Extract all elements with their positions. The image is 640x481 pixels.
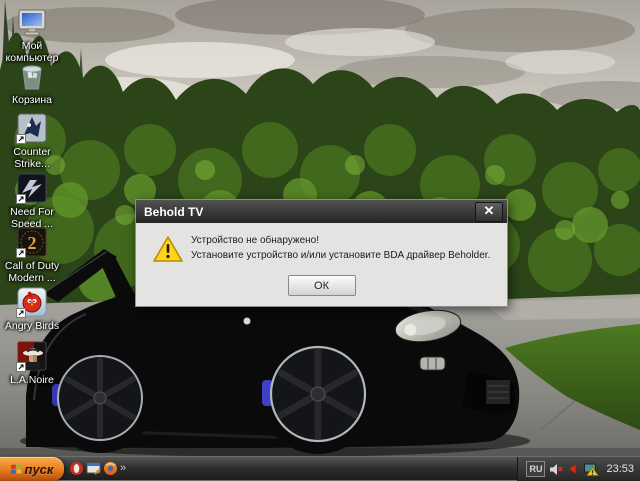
desktop-icon-label: Корзина [0,94,64,106]
desktop: Мой компьютер Корзина Counter Strik [0,0,640,480]
start-button-label: пуск [25,462,54,477]
desktop-icon-label: L.A.Noire [0,374,64,386]
start-button[interactable]: пуск [0,457,64,481]
language-indicator[interactable]: RU [526,461,545,477]
desktop-icon-need-for-speed[interactable]: Need For Speed ... [0,172,64,230]
angry-birds-icon [16,286,48,318]
volume-muted-icon[interactable] [549,463,563,476]
shortcut-arrow-icon [16,194,26,204]
windows-logo-icon [11,464,22,475]
shortcut-arrow-icon [16,134,26,144]
behold-tv-dialog: Behold TV ✕ Устройство не обнаружено! Ус… [135,199,508,307]
close-button[interactable]: ✕ [475,202,503,222]
dialog-title: Behold TV [144,205,475,219]
need-for-speed-icon [16,172,48,204]
front-wheel [258,334,378,454]
shortcut-arrow-icon [16,248,26,258]
tray-red-icon[interactable] [567,463,579,475]
desktop-icon-la-noire[interactable]: L.A.Noire [0,340,64,386]
dialog-message-line1: Устройство не обнаружено! [191,233,490,248]
quick-launch-overflow-chevron[interactable]: » [120,462,126,475]
desktop-icon-counter-strike[interactable]: Counter Strike... [0,112,64,170]
dialog-body: Устройство не обнаружено! Установите уст… [136,223,507,306]
svg-text:2: 2 [28,233,37,253]
opera-icon[interactable] [69,461,84,476]
desktop-icon-angry-birds[interactable]: Angry Birds [0,286,64,332]
counter-strike-icon [16,112,48,144]
warning-icon [153,235,183,263]
show-desktop-icon[interactable] [86,461,101,476]
desktop-icon-my-computer[interactable]: Мой компьютер [0,6,64,64]
la-noire-icon [16,340,48,372]
taskbar: пуск » RU [0,456,640,480]
desktop-icon-label: Counter Strike... [0,146,64,170]
call-of-duty-icon: 2 [16,226,48,258]
desktop-icon-recycle-bin[interactable]: Корзина [0,60,64,106]
shortcut-arrow-icon [16,362,26,372]
system-tray: RU 23:53 [517,457,640,481]
firefox-icon[interactable] [103,461,118,476]
display-warning-icon[interactable] [583,462,599,477]
shortcut-arrow-icon [16,308,26,318]
ok-button[interactable]: ОК [288,275,356,296]
desktop-icon-label: Call of Duty Modern ... [0,260,64,284]
dialog-message: Устройство не обнаружено! Установите уст… [191,233,490,263]
desktop-icon-call-of-duty[interactable]: 2 Call of Duty Modern ... [0,226,64,284]
desktop-icon-label: Angry Birds [0,320,64,332]
computer-icon [16,6,48,38]
recycle-bin-icon [16,60,48,92]
clock: 23:53 [606,463,634,475]
dialog-titlebar[interactable]: Behold TV ✕ [136,200,507,223]
dialog-message-line2: Установите устройство и/или установите B… [191,248,490,263]
